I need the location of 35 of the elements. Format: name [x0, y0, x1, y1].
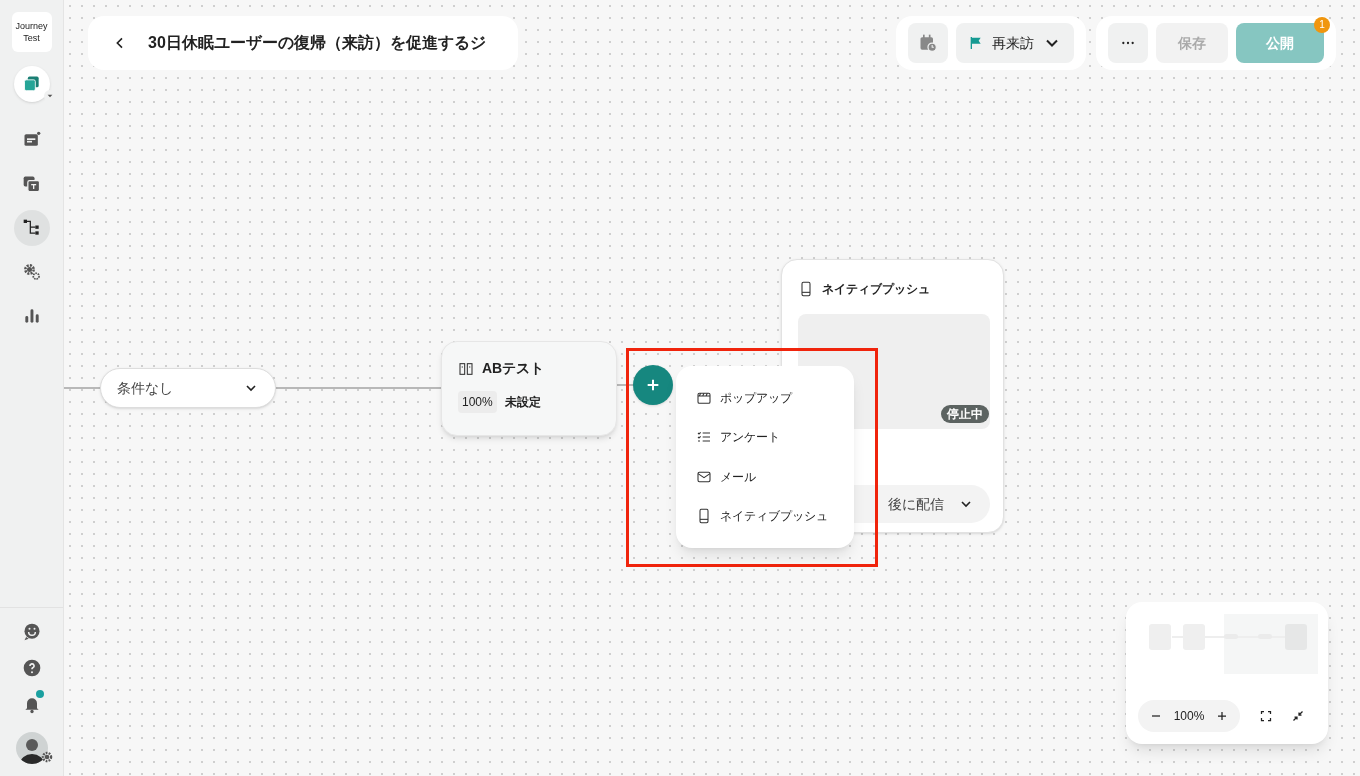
notification-badge: 1 — [1314, 17, 1330, 33]
zoom-level: 100% — [1173, 708, 1205, 725]
add-step-button[interactable] — [633, 365, 673, 405]
split-percent: 100% — [458, 391, 497, 413]
squares-icon — [21, 74, 42, 94]
variant-status: 未設定 — [504, 394, 541, 411]
plus-icon — [645, 377, 661, 393]
app-logo[interactable]: Journey Test — [11, 12, 52, 52]
zoom-in-button[interactable] — [1216, 710, 1228, 722]
condition-dropdown[interactable]: 条件なし — [100, 368, 276, 408]
phone-icon — [798, 281, 814, 297]
fit-view-button[interactable] — [1260, 710, 1272, 722]
calendar-clock-icon — [918, 33, 938, 53]
collapse-icon — [1292, 710, 1304, 722]
layers-icon — [21, 174, 42, 194]
gears-icon — [21, 262, 42, 282]
help-icon — [21, 658, 42, 678]
ab-test-node[interactable]: ABテスト 100% 未設定 — [441, 341, 617, 436]
flow-tree-icon — [21, 218, 42, 238]
avatar-icon — [15, 732, 48, 764]
journey-title: 30日休眠ユーザーの復帰（来訪）を促進するジ — [148, 33, 486, 53]
gear-icon — [39, 750, 54, 764]
fullscreen-icon — [1260, 710, 1272, 722]
node-title: ABテスト — [482, 359, 545, 378]
schedule-button[interactable] — [908, 23, 948, 63]
node-title: ネイティブプッシュ — [822, 281, 930, 298]
plus-icon — [1216, 710, 1228, 722]
nav-item[interactable] — [13, 210, 50, 246]
account-button[interactable] — [15, 732, 48, 764]
goal-dropdown[interactable]: 再来訪 — [956, 23, 1074, 63]
flag-icon — [968, 35, 984, 51]
status-badge: 停止中 — [941, 405, 989, 423]
collapse-button[interactable] — [1292, 710, 1304, 722]
phone-icon — [696, 508, 712, 525]
split-icon — [458, 360, 474, 377]
